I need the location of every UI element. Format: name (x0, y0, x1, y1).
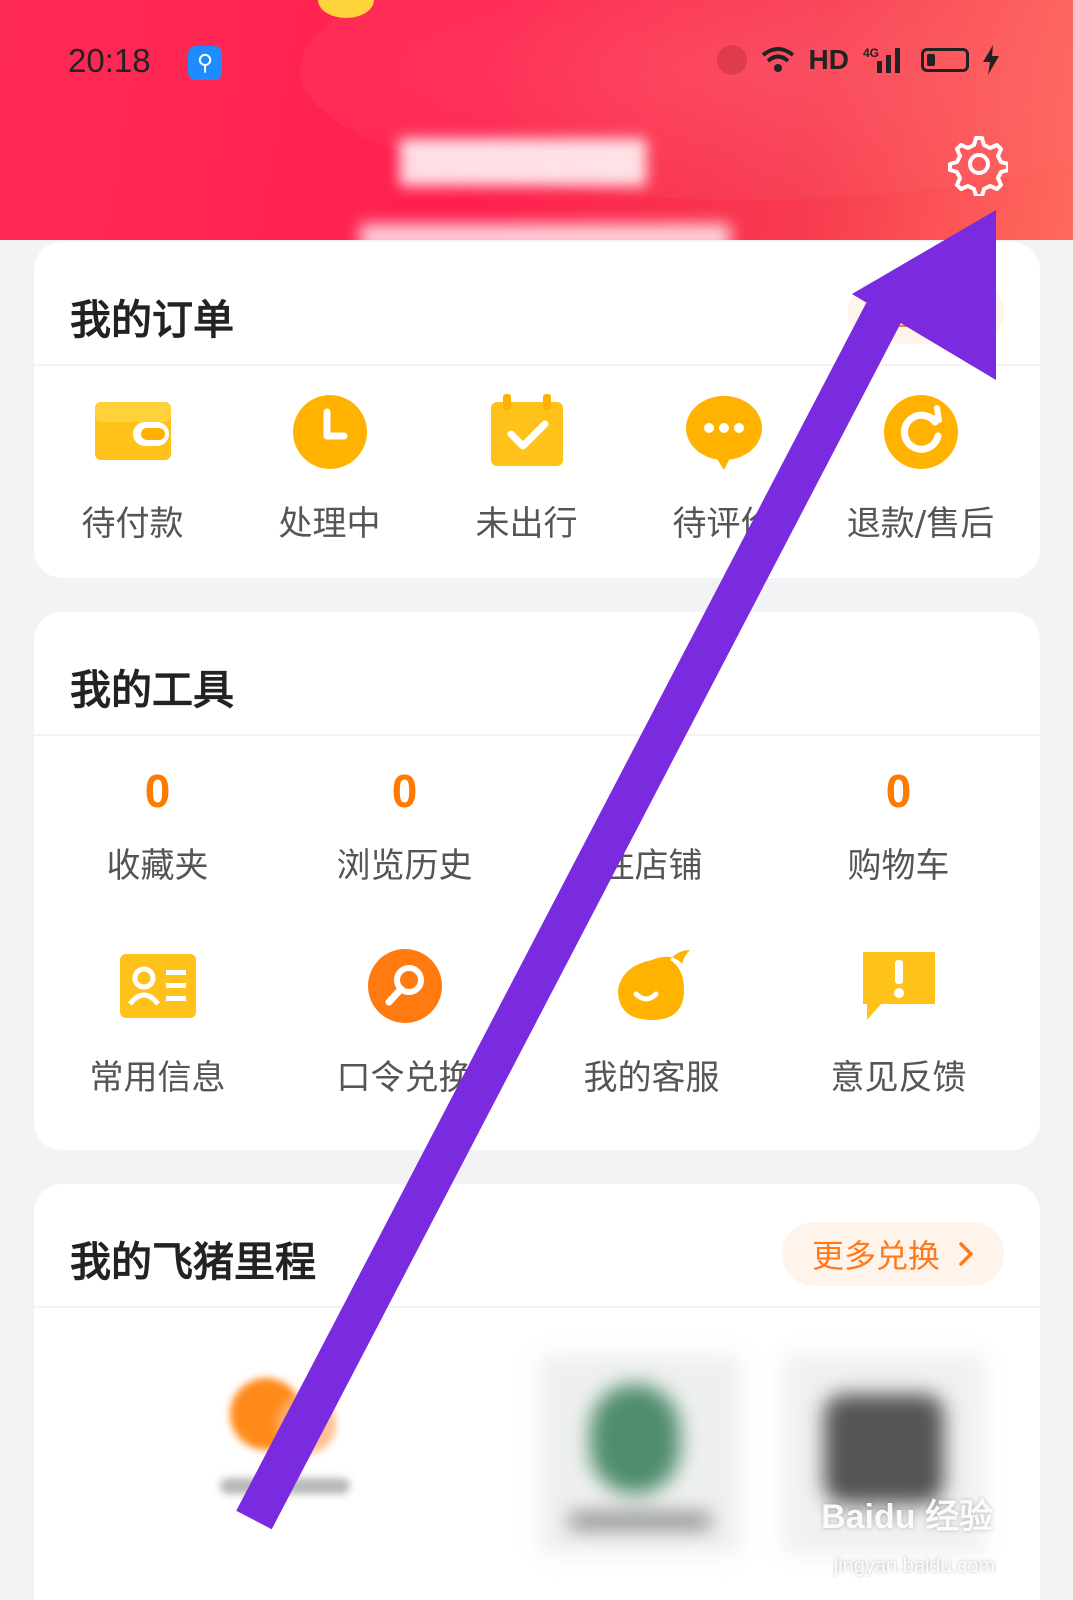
wifi-icon (761, 47, 794, 72)
mileage-card-header: 我的飞猪里程 更多兑换 (34, 1184, 1040, 1308)
tool-item-label: 我的客服 (583, 1058, 720, 1098)
all-orders-button[interactable]: 全部订 (847, 280, 1004, 344)
tools-card-header: 我的工具 (34, 612, 1040, 736)
order-item-not-traveled[interactable]: 未出行 (428, 392, 625, 545)
tools-count-row: 0 收藏夹 0 浏览历史 注店铺 0 购物车 (34, 764, 1040, 887)
history-count: 0 (391, 765, 418, 817)
mileage-coin-item[interactable] (214, 1374, 364, 1524)
chat-bubble-icon (685, 396, 762, 470)
calendar-check-icon (490, 394, 563, 466)
favorites-item[interactable]: 0 收藏夹 (34, 764, 281, 887)
orders-card: 我的订单 全部订 待付款 处理中 未出行 待评价 退款/售后 (34, 242, 1040, 578)
status-time: 20:18 (68, 42, 151, 79)
more-exchange-label: 更多兑换 (811, 1237, 940, 1275)
favorites-label: 收藏夹 (106, 846, 209, 886)
chevron-right-icon (959, 1242, 973, 1266)
usb-icon: ⚲ (188, 46, 222, 80)
history-item[interactable]: 0 浏览历史 (281, 764, 528, 887)
orders-card-header: 我的订单 全部订 (34, 242, 1040, 366)
battery-icon (921, 48, 969, 72)
search-key-icon (367, 949, 442, 1023)
cart-item[interactable]: 0 购物车 (775, 764, 1022, 887)
order-item-refund[interactable]: 退款/售后 (822, 392, 1019, 545)
charging-icon (983, 45, 999, 75)
tools-title: 我的工具 (70, 666, 234, 714)
refresh-icon (883, 395, 958, 469)
feedback-item[interactable]: 意见反馈 (775, 946, 1022, 1099)
coin-stack-icon (220, 1378, 350, 1494)
tools-icon-row: 常用信息 口令兑换 我的客服 意见反馈 (34, 946, 1040, 1099)
profile-header: 20:18 ⚲ HD 4G ████████ (0, 0, 1073, 240)
code-redeem-item[interactable]: 口令兑换 (281, 946, 528, 1099)
mileage-title: 我的飞猪里程 (70, 1238, 316, 1286)
baidu-jingyan-watermark: Baidu 经验 (821, 1498, 993, 1536)
feedback-icon (862, 952, 935, 1020)
tools-card: 我的工具 0 收藏夹 0 浏览历史 注店铺 0 购物车 常用信息 口令兑换 我的… (34, 612, 1040, 1150)
header-username-blurred: ████████ (400, 140, 647, 186)
cart-count: 0 (885, 765, 912, 817)
hd-indicator: HD (808, 44, 849, 75)
favorites-count: 0 (144, 765, 171, 817)
order-item-to-review[interactable]: 待评价 (625, 392, 822, 545)
header-divider-glow (360, 224, 730, 240)
order-item-label: 退款/售后 (846, 504, 995, 544)
notification-dot-icon (716, 45, 747, 75)
all-orders-label: 全部订 (877, 295, 974, 333)
customer-service-item[interactable]: 我的客服 (528, 946, 775, 1099)
tool-item-label: 常用信息 (89, 1058, 226, 1098)
gear-icon[interactable] (944, 132, 1008, 196)
svg-text:4G: 4G (863, 46, 879, 60)
contact-card-icon (119, 954, 196, 1018)
mileage-product-image-1[interactable] (540, 1354, 740, 1554)
clock-icon (292, 395, 367, 469)
orders-title: 我的订单 (70, 296, 234, 344)
service-mascot-icon (617, 950, 690, 1020)
history-label: 浏览历史 (336, 846, 473, 886)
order-item-label: 待付款 (81, 504, 184, 544)
order-item-label: 处理中 (278, 504, 381, 544)
order-item-label: 未出行 (475, 504, 578, 544)
followed-shops-item[interactable]: 注店铺 (528, 764, 775, 887)
followed-shops-label: 注店铺 (600, 846, 703, 886)
order-item-label: 待评价 (672, 504, 775, 544)
order-status-row: 待付款 处理中 未出行 待评价 退款/售后 (34, 392, 1040, 545)
more-exchange-button[interactable]: 更多兑换 (781, 1222, 1004, 1286)
wallet-icon (94, 402, 171, 460)
status-icons: HD 4G (716, 44, 999, 76)
cart-label: 购物车 (847, 846, 950, 886)
signal-icon: 4G (863, 46, 900, 73)
tool-item-label: 口令兑换 (336, 1058, 473, 1098)
watermark-url: jingyan.baidu.com (833, 1555, 995, 1577)
order-item-pending-payment[interactable]: 待付款 (34, 392, 231, 545)
tool-item-label: 意见反馈 (830, 1058, 967, 1098)
common-info-item[interactable]: 常用信息 (34, 946, 281, 1099)
order-item-processing[interactable]: 处理中 (231, 392, 428, 545)
